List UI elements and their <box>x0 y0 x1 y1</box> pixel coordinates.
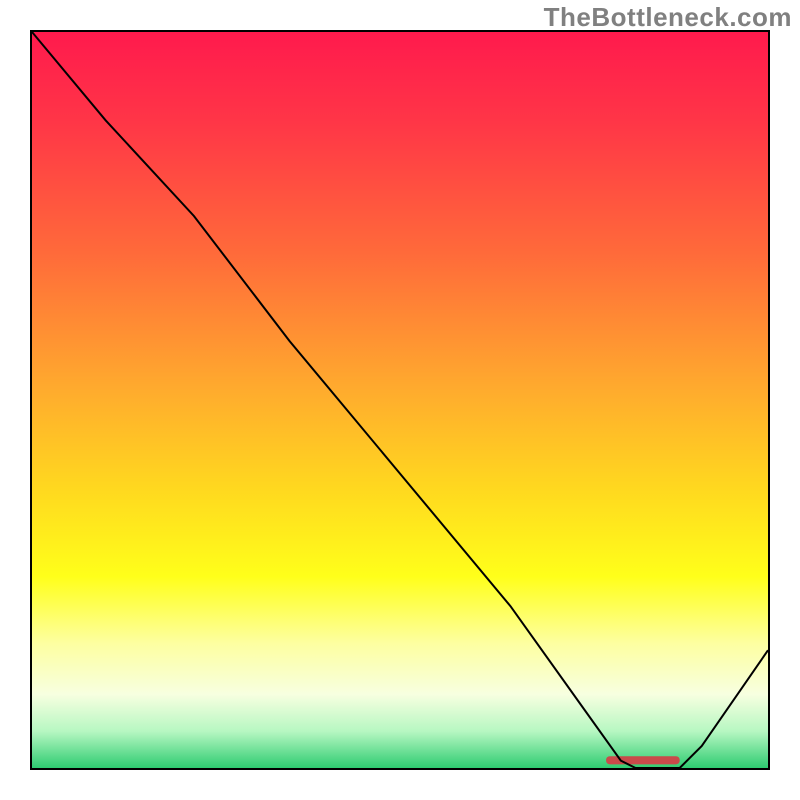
watermark-text: TheBottleneck.com <box>544 2 792 33</box>
chart-frame: TheBottleneck.com <box>0 0 800 800</box>
gradient-background <box>32 32 768 768</box>
optimal-zone-marker <box>606 756 680 764</box>
plot-svg <box>32 32 768 768</box>
plot-area <box>30 30 770 770</box>
